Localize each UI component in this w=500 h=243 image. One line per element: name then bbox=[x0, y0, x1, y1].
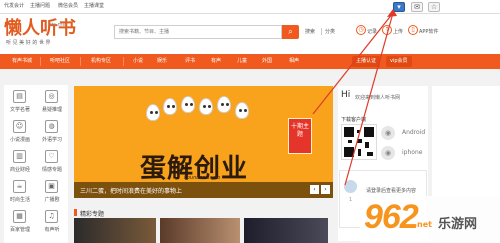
watermark-logo: 962 bbox=[364, 198, 419, 236]
watermark-domain: .net bbox=[414, 220, 432, 229]
watermark-text: 乐游网 bbox=[438, 217, 478, 232]
